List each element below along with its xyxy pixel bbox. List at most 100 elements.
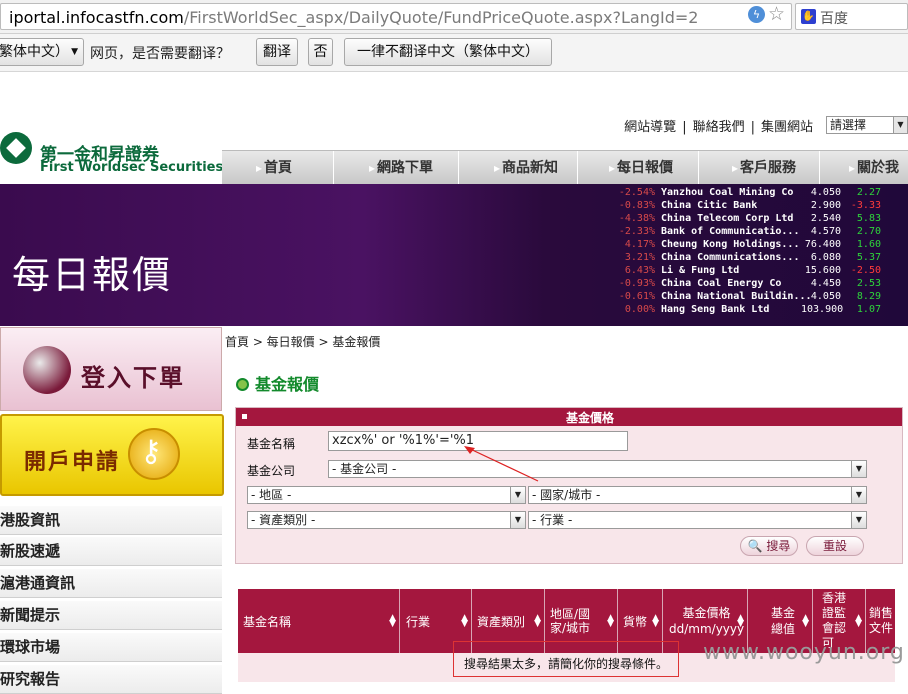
watermark: www.wooyun.org	[703, 640, 905, 665]
ticker-change: -2.33%	[618, 226, 655, 237]
sidebar-item-hk-stocks[interactable]: 港股資訊	[0, 506, 222, 535]
login-trade-label: 登入下單	[81, 364, 185, 392]
ticker-name: Bank of Communicatio...	[661, 226, 800, 237]
nav-daily-quote[interactable]: 每日報價	[579, 151, 699, 185]
contact-link[interactable]: 聯絡我們	[693, 120, 745, 135]
fund-company-select[interactable]: - 基金公司 - ▼	[328, 460, 867, 478]
col-region-label: 地區/國家/城市	[550, 607, 591, 635]
reset-button[interactable]: 重設	[806, 536, 864, 556]
no-translate-button[interactable]: 否	[308, 38, 333, 66]
nav-product-news[interactable]: 商品新知	[460, 151, 578, 185]
sidebar-item-news[interactable]: 新聞提示	[0, 601, 222, 630]
nav-about-us[interactable]: 關於我	[821, 151, 908, 185]
col-fund-size-label: 基金總值	[771, 606, 796, 636]
sidebar-item-stock-connect[interactable]: 滬港通資訊	[0, 569, 222, 598]
search-button[interactable]: 🔍 搜尋	[740, 536, 798, 556]
chevron-down-icon: ▼	[510, 512, 525, 528]
never-translate-button[interactable]: 一律不翻译中文（繁体中文）	[344, 38, 552, 66]
url-text: iportal.infocastfn.com/FirstWorldSec_asp…	[9, 8, 699, 27]
sidebar-item-research[interactable]: 研究報告	[0, 665, 222, 694]
banner: 每日報價 -2.54% Yanzhou Coal Mining Co 4.050 2.…	[0, 184, 908, 326]
search-engine-field[interactable]: ✋ 百度	[795, 3, 908, 30]
asset-class-value: - 資產類別 -	[251, 513, 316, 527]
open-account-button[interactable]: 開戶申請	[0, 414, 224, 496]
top-links: 網站導覽 | 聯絡我們 | 集團網站	[621, 116, 816, 135]
ticker-price: 2.900	[810, 200, 841, 211]
region-value: - 地區 -	[251, 488, 292, 502]
ticker-row: -0.83% China Citic Bank 2.900 -3.33	[395, 199, 908, 212]
fund-company-value: - 基金公司 -	[332, 462, 397, 476]
chevron-down-icon: ▼	[851, 487, 866, 503]
group-sites-link[interactable]: 集團網站	[761, 120, 813, 135]
ticker-change: 4.17%	[624, 239, 655, 250]
sort-icon: ▲ ▼	[855, 613, 862, 629]
nav-home[interactable]: 首頁	[222, 151, 334, 185]
ticker-name: Yanzhou Coal Mining Co	[661, 187, 794, 198]
magnifier-icon: 🔍	[747, 539, 763, 553]
industry-select[interactable]: - 行業 - ▼	[528, 511, 867, 529]
ticker-name: China Telecom Corp Ltd	[661, 213, 794, 224]
ticker-change: 6.43%	[624, 265, 655, 276]
url-field[interactable]: iportal.infocastfn.com/FirstWorldSec_asp…	[0, 3, 792, 30]
fund-search-panel: 基金價格 基金名稱 xzcx%' or '%1%'='%1 基金公司 - 基金公…	[235, 407, 903, 564]
asset-class-select[interactable]: - 資產類別 - ▼	[247, 511, 526, 529]
ticker-name: Cheung Kong Holdings...	[661, 239, 800, 250]
ticker-percent: 2.53	[856, 278, 881, 289]
col-fund-name[interactable]: 基金名稱 ▲ ▼	[238, 589, 400, 653]
bookmark-star-icon[interactable]: ☆	[768, 3, 785, 25]
translate-button[interactable]: 翻译	[256, 38, 298, 66]
ticker-change: -0.83%	[618, 200, 655, 211]
ticker-row: -2.54% Yanzhou Coal Mining Co 4.050 2.27	[395, 186, 908, 199]
sort-icon: ▲ ▼	[534, 613, 541, 629]
language-select[interactable]: 繁体中文） ▼	[0, 38, 84, 66]
bullet-icon	[236, 378, 249, 391]
language-select-label: 繁体中文）	[0, 44, 69, 60]
separator: |	[682, 120, 687, 135]
banner-title: 每日報價	[12, 253, 173, 297]
ticker-change: 0.00%	[624, 304, 655, 315]
annotation-arrow	[464, 446, 539, 482]
ticker-price: 103.900	[801, 304, 844, 315]
ticker-price: 15.600	[804, 265, 841, 276]
ticker-percent: 1.07	[856, 304, 881, 315]
nav-online-trading[interactable]: 網路下單	[335, 151, 459, 185]
key-icon	[128, 428, 180, 480]
main-nav: 首頁 網路下單 商品新知 每日報價 客戶服務 關於我	[222, 150, 908, 185]
country-select[interactable]: - 國家/城市 - ▼	[528, 486, 867, 504]
sidebar-item-global-markets[interactable]: 環球市場	[0, 633, 222, 662]
ticker-percent: -3.33	[850, 200, 881, 211]
region-select[interactable]: - 地區 - ▼	[247, 486, 526, 504]
sitemap-link[interactable]: 網站導覽	[624, 120, 676, 135]
ticker-percent: 5.83	[856, 213, 881, 224]
chevron-down-icon: ▼	[71, 47, 78, 57]
ticker-row: 4.17% Cheung Kong Holdings... 76.400 1.60	[395, 238, 908, 251]
ticker-price: 4.570	[810, 226, 841, 237]
ticker-name: China Communications...	[661, 252, 800, 263]
ticker-name: Li & Fung Ltd	[661, 265, 740, 276]
sidebar-item-ipo[interactable]: 新股速遞	[0, 537, 222, 566]
chevron-down-icon: ▼	[893, 117, 907, 133]
industry-value: - 行業 -	[532, 513, 573, 527]
stock-ticker: -2.54% Yanzhou Coal Mining Co 4.050 2.27 -0.…	[395, 186, 908, 326]
ticker-name: Hang Seng Bank Ltd	[661, 304, 770, 315]
ticker-name: China Coal Energy Co	[661, 278, 782, 289]
col-currency-label: 貨幣	[623, 614, 648, 629]
login-trade-button[interactable]: 登入下單	[0, 327, 222, 411]
ticker-price: 4.450	[810, 278, 841, 289]
ticker-price: 76.400	[804, 239, 841, 250]
nav-customer-service[interactable]: 客戶服務	[700, 151, 820, 185]
ticker-change: 3.21%	[624, 252, 655, 263]
ticker-name: China Citic Bank	[661, 200, 758, 211]
chevron-down-icon: ▼	[510, 487, 525, 503]
fund-name-label: 基金名稱	[247, 437, 296, 451]
group-select[interactable]: 請選擇 ▼	[826, 116, 908, 134]
open-account-label: 開戶申請	[24, 450, 121, 475]
result-message: 搜尋結果太多，請簡化你的搜尋條件。	[453, 641, 679, 677]
lightning-icon[interactable]: ϟ	[748, 6, 765, 23]
ticker-row: -0.61% China National Buildin...4.050 8.29	[395, 290, 908, 303]
ticker-price: 4.050	[810, 187, 841, 198]
ticker-change: -0.93%	[618, 278, 655, 289]
ticker-row: 3.21% China Communications... 6.080 5.37	[395, 251, 908, 264]
ticker-name: China National Buildin...	[661, 291, 812, 302]
search-placeholder: 百度	[820, 11, 848, 27]
